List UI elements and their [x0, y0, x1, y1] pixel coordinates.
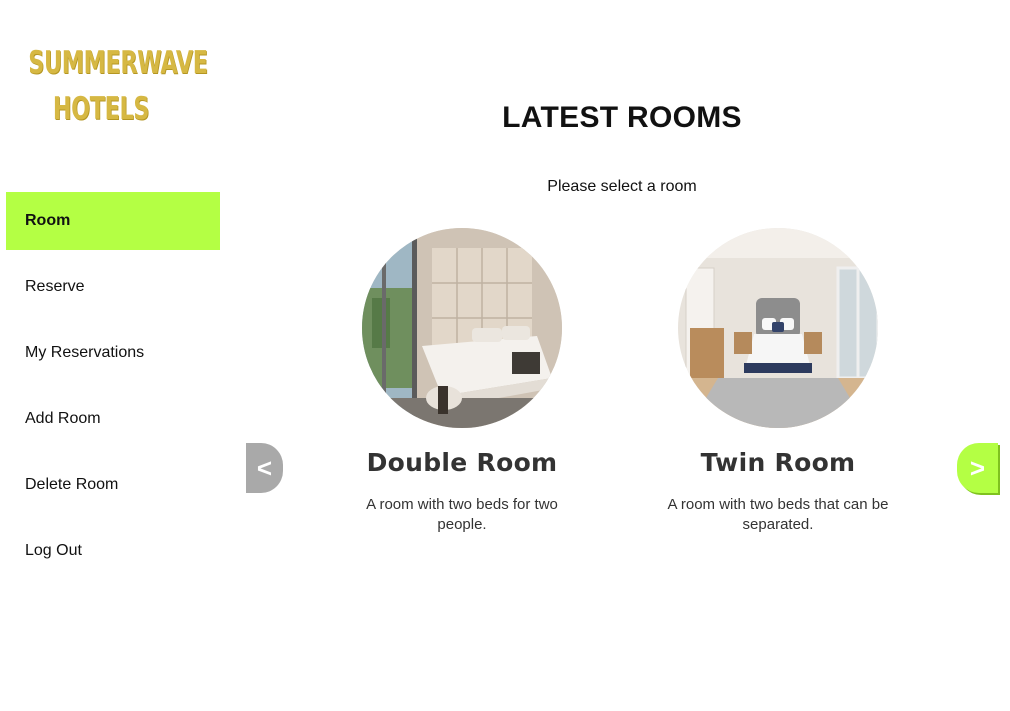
room-card[interactable]: Twin Room A room with two beds that can …	[658, 228, 898, 535]
sidebar-item-delete-room[interactable]: Delete Room	[6, 456, 220, 514]
sidebar-item-label: Delete Room	[25, 476, 119, 493]
sidebar-item-label: My Reservations	[25, 344, 145, 361]
room-card[interactable]: Double Room A room with two beds for two…	[342, 228, 582, 535]
chevron-left-icon: <	[256, 452, 273, 483]
sidebar-item-label: Room	[25, 212, 71, 229]
carousel-next-button[interactable]: >	[957, 443, 998, 493]
room-name: Double Room	[366, 448, 558, 477]
sidebar-item-label: Log Out	[25, 542, 82, 559]
brand-logo-line-2: HOTELS	[52, 91, 150, 127]
page-subtitle: Please select a room	[547, 178, 697, 195]
room-image-twin[interactable]	[678, 228, 878, 428]
sidebar-nav: Room Reserve My Reservations Add Room De…	[6, 192, 220, 588]
room-photo	[362, 228, 562, 428]
carousel-prev-button[interactable]: <	[246, 443, 283, 493]
room-image-double[interactable]	[362, 228, 562, 428]
sidebar-item-reserve[interactable]: Reserve	[6, 258, 220, 316]
sidebar-item-my-reservations[interactable]: My Reservations	[6, 324, 220, 382]
sidebar-item-label: Add Room	[25, 410, 101, 427]
room-description: A room with two beds that can be separat…	[667, 496, 889, 533]
brand-logo-line-1: SUMMERWAVE	[28, 45, 208, 81]
brand-logo[interactable]: SUMMERWAVE HOTELS	[28, 40, 208, 132]
room-photo	[678, 228, 878, 428]
room-name: Twin Room	[700, 448, 856, 477]
chevron-right-icon: >	[969, 452, 986, 483]
sidebar-item-room[interactable]: Room	[6, 192, 220, 250]
sidebar-item-label: Reserve	[25, 278, 85, 295]
room-description: A room with two beds for two people.	[366, 496, 558, 533]
sidebar-item-log-out[interactable]: Log Out	[6, 522, 220, 580]
sidebar-item-add-room[interactable]: Add Room	[6, 390, 220, 448]
page-title: LATEST ROOMS	[502, 101, 742, 134]
sidebar: SUMMERWAVE HOTELS Room Reserve My Reserv…	[0, 0, 226, 711]
